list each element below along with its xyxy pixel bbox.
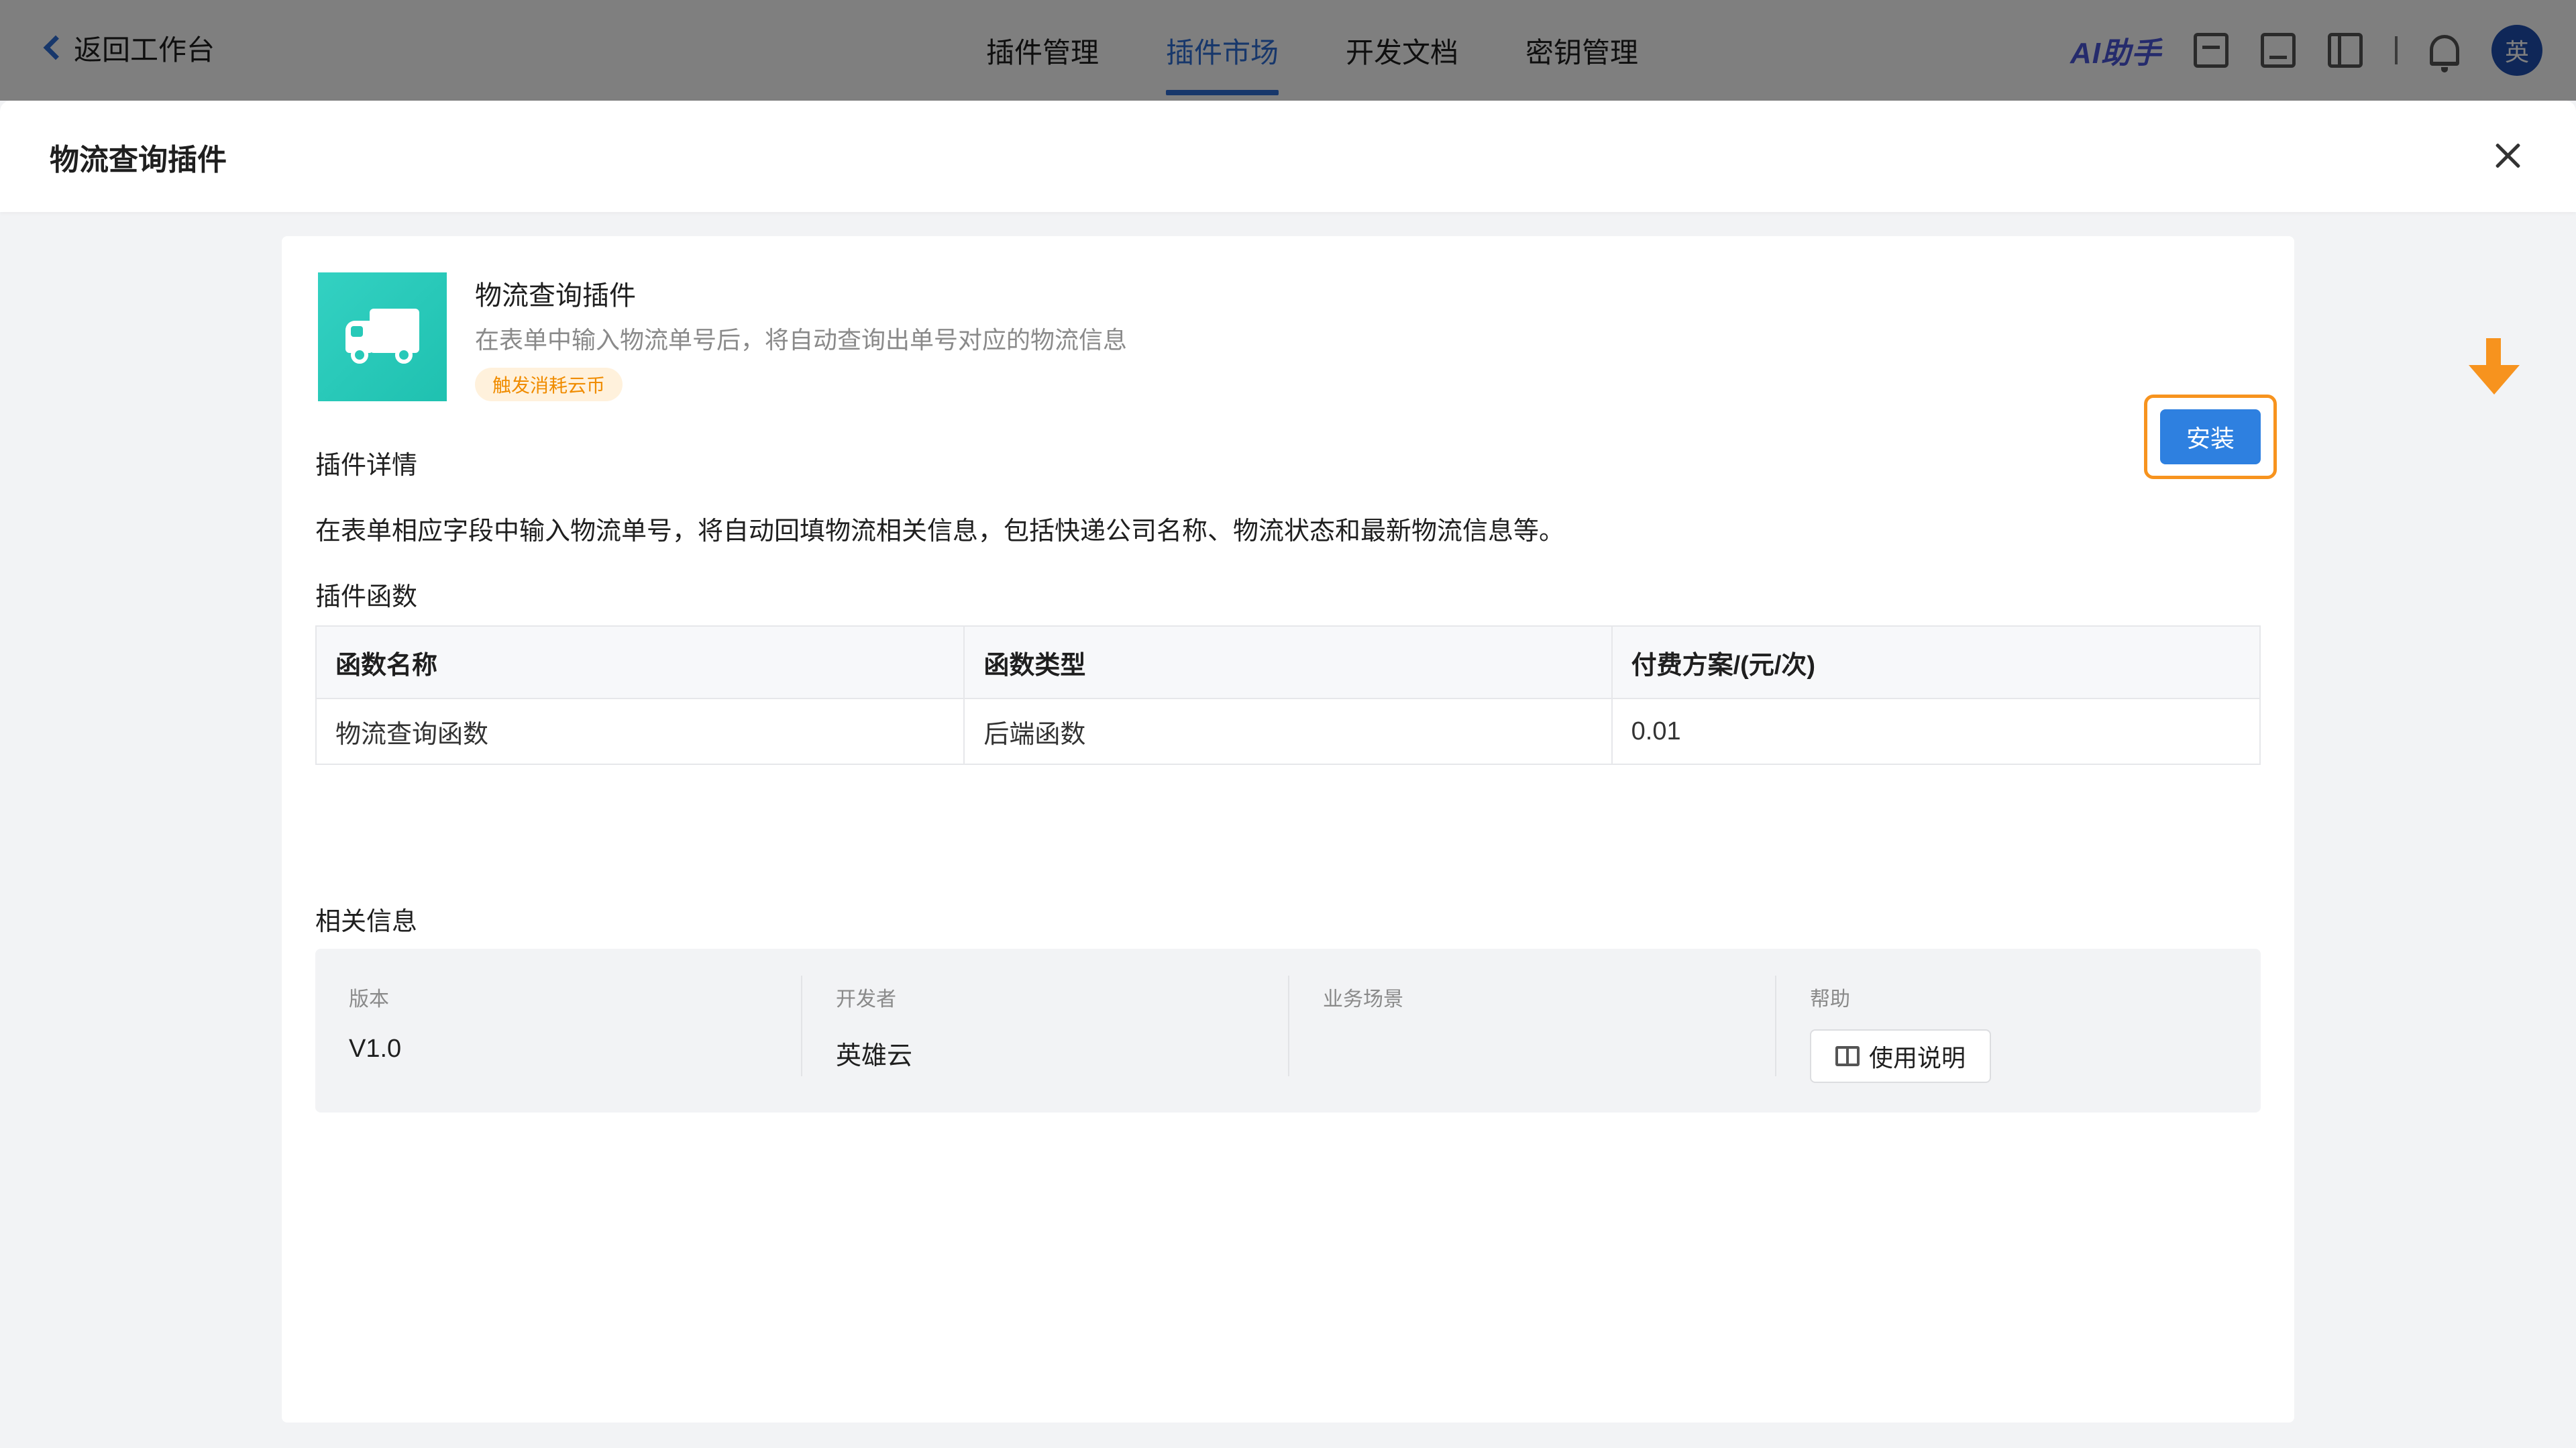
- details-text: 在表单相应字段中输入物流单号，将自动回填物流相关信息，包括快递公司名称、物流状态…: [315, 517, 1565, 546]
- developer-field: 开发者 英雄云: [836, 976, 912, 1086]
- scene-label: 业务场景: [1323, 988, 1403, 1011]
- coin-consumption-tag: 触发消耗云币: [475, 368, 623, 401]
- plugin-detail-drawer: 物流查询插件 物流查询插件 在表单中输入物流单号后，将自动查询出单号对应的物流信…: [0, 101, 2576, 1448]
- scene-field: 业务场景: [1323, 976, 1403, 1086]
- developer-label: 开发者: [836, 988, 896, 1011]
- truck-icon: [345, 309, 419, 365]
- version-field: 版本 V1.0: [349, 976, 401, 1086]
- plugin-logo: [318, 272, 447, 401]
- book-open-icon: [1835, 1046, 1860, 1066]
- details-title: 插件详情: [315, 452, 418, 480]
- related-info-title: 相关信息: [315, 908, 418, 936]
- table-header: 函数名称: [315, 625, 965, 699]
- table-cell: 0.01: [1611, 698, 2261, 765]
- close-icon[interactable]: [2491, 140, 2524, 172]
- arrow-down-icon: [2466, 338, 2520, 399]
- developer-value: 英雄云: [836, 1042, 913, 1070]
- version-label: 版本: [349, 988, 389, 1011]
- table-cell: 后端函数: [963, 698, 1613, 765]
- table-header: 付费方案/(元/次): [1611, 625, 2261, 699]
- help-field: 帮助 使用说明: [1810, 976, 1991, 1086]
- related-info-panel: 版本 V1.0 开发者 英雄云 业务场景 帮助 使用说明: [315, 949, 2261, 1113]
- functions-table: 函数名称 函数类型 付费方案/(元/次) 物流查询函数 后端函数 0.01: [315, 625, 2261, 765]
- modal-overlay[interactable]: [0, 0, 2576, 101]
- table-cell: 物流查询函数: [315, 698, 965, 765]
- usage-guide-button[interactable]: 使用说明: [1810, 1029, 1991, 1083]
- drawer-title: 物流查询插件: [50, 144, 227, 176]
- functions-title: 插件函数: [315, 583, 418, 611]
- divider: [1288, 976, 1289, 1076]
- version-value: V1.0: [349, 1035, 402, 1063]
- install-button[interactable]: 安装: [2160, 409, 2261, 464]
- drawer-header: 物流查询插件: [0, 101, 2576, 212]
- table-row: 物流查询函数 后端函数 0.01: [315, 698, 2261, 765]
- table-header-row: 函数名称 函数类型 付费方案/(元/次): [315, 625, 2261, 699]
- divider: [801, 976, 802, 1076]
- plugin-description: 在表单中输入物流单号后，将自动查询出单号对应的物流信息: [475, 326, 1128, 354]
- plugin-name: 物流查询插件: [475, 281, 636, 311]
- plugin-card: 物流查询插件 在表单中输入物流单号后，将自动查询出单号对应的物流信息 触发消耗云…: [282, 236, 2520, 1423]
- divider: [1775, 976, 1776, 1076]
- help-label: 帮助: [1810, 988, 1850, 1011]
- table-header: 函数类型: [963, 625, 1613, 699]
- usage-guide-label: 使用说明: [1868, 1044, 1966, 1072]
